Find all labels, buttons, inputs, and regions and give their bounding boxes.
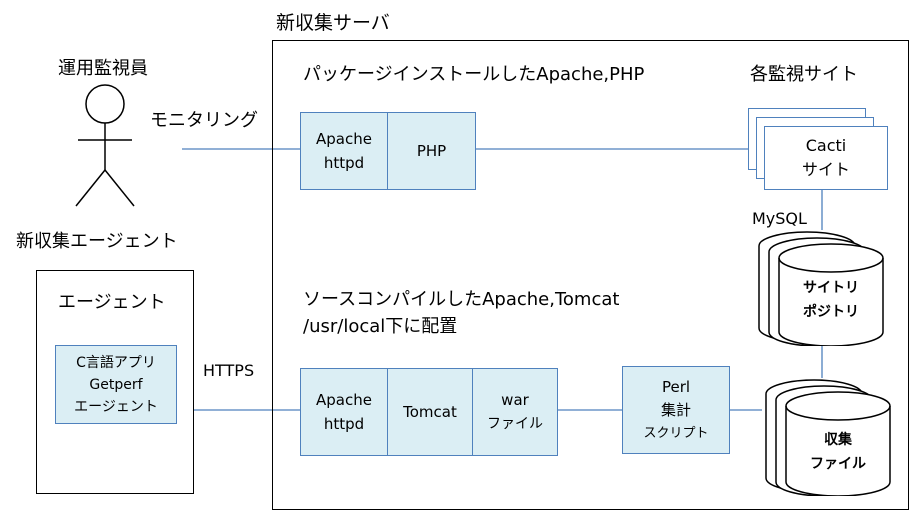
operator-label: 運用監視員 <box>58 58 148 79</box>
repo-line2: ポジトリ <box>803 304 859 320</box>
collected-files-label: 収集 ファイル <box>787 428 889 476</box>
php-label: PHP <box>416 142 447 160</box>
cacti-line2: サイト <box>801 160 850 179</box>
mysql-label: MySQL <box>752 209 807 228</box>
monitoring-label: モニタリング <box>150 110 258 131</box>
tomcat-box: Tomcat <box>387 368 473 456</box>
apache-httpd-top-box: Apache httpd <box>300 112 388 190</box>
getperf-line3: エージェント <box>74 398 158 415</box>
getperf-agent-box: C言語アプリ Getperf エージェント <box>55 345 177 424</box>
war-file-box: war ファイル <box>472 368 558 456</box>
war-line2: ファイル <box>487 416 543 432</box>
files-line1: 収集 <box>824 432 852 448</box>
apache-httpd-bottom-box: Apache httpd <box>300 368 388 456</box>
perl-line3: スクリプト <box>643 425 709 441</box>
repo-line1: サイトリ <box>803 280 859 296</box>
agent-outer-label: 新収集エージェント <box>16 231 178 252</box>
files-line2: ファイル <box>810 456 866 472</box>
cacti-site-front: Cacti サイト <box>764 126 888 190</box>
server-title: 新収集サーバ <box>276 12 390 34</box>
repository-label: サイトリ ポジトリ <box>780 276 882 324</box>
apache-bottom-line2: httpd <box>323 415 365 433</box>
src-caption-line1: ソースコンパイルしたApache,Tomcat <box>303 289 620 310</box>
tomcat-label: Tomcat <box>403 403 457 421</box>
perl-line2: 集計 <box>660 400 691 419</box>
src-caption-line2: /usr/local下に配置 <box>303 316 458 337</box>
apache-top-line1: Apache <box>316 130 372 148</box>
sites-title: 各監視サイト <box>750 64 858 85</box>
cacti-line1: Cacti <box>805 136 847 155</box>
getperf-line2: Getperf <box>89 376 143 393</box>
war-line1: war <box>501 391 529 409</box>
agent-box-title: エージェント <box>58 292 166 313</box>
perl-line1: Perl <box>661 377 691 396</box>
operator-figure-icon <box>75 84 135 207</box>
perl-script-box: Perl 集計 スクリプト <box>622 366 730 454</box>
apache-bottom-line1: Apache <box>316 391 372 409</box>
apache-top-line2: httpd <box>323 154 365 172</box>
php-box: PHP <box>387 112 476 190</box>
https-label: HTTPS <box>203 361 255 380</box>
getperf-line1: C言語アプリ <box>76 354 156 371</box>
pkg-caption: パッケージインストールしたApache,PHP <box>303 64 645 85</box>
